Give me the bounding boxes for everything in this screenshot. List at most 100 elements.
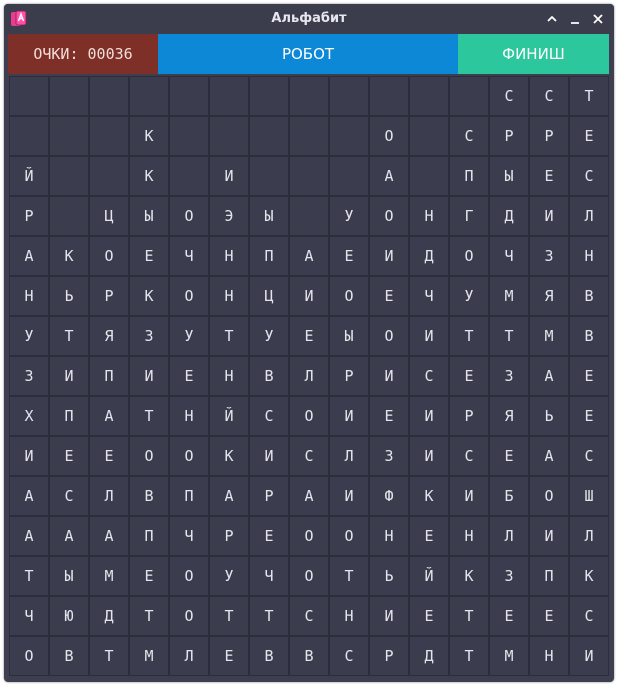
board-cell[interactable]: Н [569, 236, 609, 276]
board-cell[interactable]: О [289, 396, 329, 436]
board-cell[interactable] [249, 76, 289, 116]
board-cell[interactable]: Т [49, 316, 89, 356]
board-cell[interactable]: Н [369, 516, 409, 556]
board-cell[interactable]: К [129, 276, 169, 316]
board-cell[interactable]: С [289, 596, 329, 636]
board-cell[interactable]: Е [569, 356, 609, 396]
board-cell[interactable]: П [249, 236, 289, 276]
board-cell[interactable]: Я [89, 316, 129, 356]
board-cell[interactable]: С [489, 76, 529, 116]
board-cell[interactable]: Н [209, 356, 249, 396]
board-cell[interactable]: В [569, 276, 609, 316]
board-cell[interactable]: Р [369, 636, 409, 676]
board-cell[interactable]: Е [129, 236, 169, 276]
board-cell[interactable]: Х [9, 396, 49, 436]
board-cell[interactable]: У [9, 316, 49, 356]
board-cell[interactable]: Р [529, 116, 569, 156]
board-cell[interactable]: О [169, 596, 209, 636]
board-cell[interactable]: Е [49, 436, 89, 476]
board-cell[interactable] [209, 76, 249, 116]
board-cell[interactable]: С [569, 156, 609, 196]
board-cell[interactable]: В [569, 316, 609, 356]
board-cell[interactable]: Р [489, 116, 529, 156]
board-cell[interactable]: С [569, 436, 609, 476]
board-cell[interactable] [449, 76, 489, 116]
board-cell[interactable]: В [289, 636, 329, 676]
board-cell[interactable]: К [129, 116, 169, 156]
board-cell[interactable]: Ы [129, 196, 169, 236]
board-cell[interactable]: О [289, 516, 329, 556]
board-cell[interactable]: Ы [489, 156, 529, 196]
board-cell[interactable]: О [129, 436, 169, 476]
board-cell[interactable]: Т [89, 636, 129, 676]
board-cell[interactable]: Д [489, 196, 529, 236]
board-cell[interactable]: О [169, 556, 209, 596]
board-cell[interactable]: С [249, 396, 289, 436]
board-cell[interactable]: И [369, 356, 409, 396]
board-cell[interactable]: Н [209, 276, 249, 316]
board-cell[interactable]: Р [249, 476, 289, 516]
board-cell[interactable]: И [369, 596, 409, 636]
board-cell[interactable]: Н [449, 516, 489, 556]
board-cell[interactable]: И [49, 356, 89, 396]
board-cell[interactable]: У [209, 556, 249, 596]
board-cell[interactable]: В [249, 356, 289, 396]
board-cell[interactable]: Ц [89, 196, 129, 236]
board-cell[interactable]: Й [209, 396, 249, 436]
board-cell[interactable]: У [169, 316, 209, 356]
board-cell[interactable]: Е [489, 436, 529, 476]
board-cell[interactable]: Н [329, 596, 369, 636]
board-cell[interactable]: Р [89, 276, 129, 316]
board-cell[interactable]: Ч [409, 276, 449, 316]
board-cell[interactable]: Т [449, 596, 489, 636]
finish-button[interactable]: ФИНИШ [458, 34, 609, 74]
board-cell[interactable]: И [409, 396, 449, 436]
board-cell[interactable]: Т [449, 636, 489, 676]
board-cell[interactable]: Л [329, 436, 369, 476]
board-cell[interactable]: И [249, 436, 289, 476]
board-cell[interactable] [289, 116, 329, 156]
board-cell[interactable]: П [49, 396, 89, 436]
board-cell[interactable] [369, 76, 409, 116]
board-cell[interactable]: Н [409, 196, 449, 236]
board-cell[interactable]: У [449, 276, 489, 316]
board-cell[interactable]: О [9, 636, 49, 676]
board-cell[interactable]: В [49, 636, 89, 676]
board-cell[interactable]: Р [9, 196, 49, 236]
minimize-icon[interactable] [568, 12, 582, 26]
board-cell[interactable]: А [89, 516, 129, 556]
board-cell[interactable]: Р [449, 396, 489, 436]
board-cell[interactable]: Т [329, 556, 369, 596]
board-cell[interactable]: И [329, 476, 369, 516]
board-cell[interactable] [169, 116, 209, 156]
board-cell[interactable]: Н [9, 276, 49, 316]
board-cell[interactable]: Н [529, 636, 569, 676]
board-cell[interactable]: И [529, 196, 569, 236]
board-cell[interactable]: Н [169, 396, 209, 436]
board-cell[interactable]: А [289, 476, 329, 516]
board-cell[interactable]: О [169, 196, 209, 236]
board-cell[interactable] [49, 196, 89, 236]
board-cell[interactable] [129, 76, 169, 116]
board-cell[interactable]: О [529, 476, 569, 516]
board-cell[interactable]: Е [369, 276, 409, 316]
board-cell[interactable]: П [529, 556, 569, 596]
board-cell[interactable]: З [489, 556, 529, 596]
board-cell[interactable]: Л [569, 196, 609, 236]
board-cell[interactable]: И [129, 356, 169, 396]
maximize-icon[interactable] [545, 12, 559, 26]
board-cell[interactable]: Л [89, 476, 129, 516]
board-cell[interactable]: У [329, 196, 369, 236]
board-cell[interactable]: К [209, 436, 249, 476]
board-cell[interactable]: И [9, 436, 49, 476]
board-cell[interactable]: Б [489, 476, 529, 516]
board-cell[interactable]: И [529, 516, 569, 556]
board-cell[interactable]: О [329, 276, 369, 316]
board-cell[interactable]: О [169, 436, 209, 476]
board-cell[interactable]: М [489, 276, 529, 316]
board-cell[interactable]: С [449, 116, 489, 156]
board-cell[interactable]: Е [89, 436, 129, 476]
board-cell[interactable]: П [89, 356, 129, 396]
board-cell[interactable]: Т [449, 316, 489, 356]
board-cell[interactable]: Е [249, 516, 289, 556]
